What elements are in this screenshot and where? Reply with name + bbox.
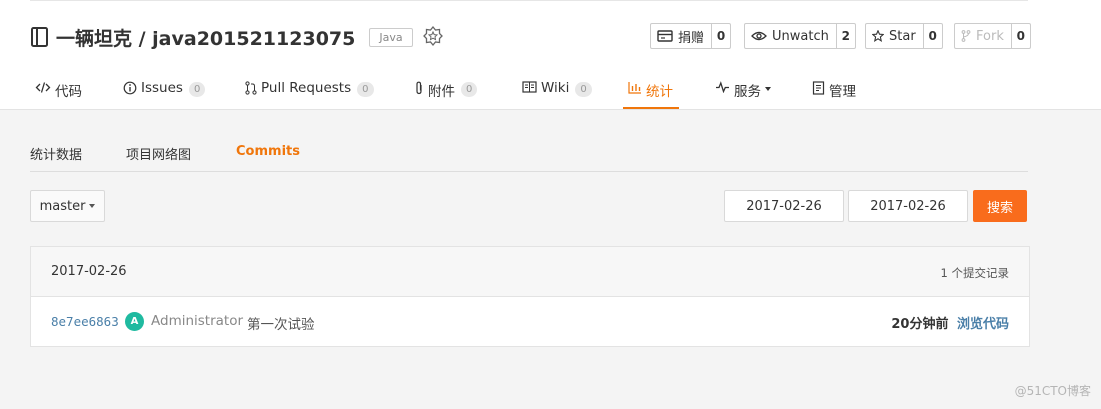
donate-count[interactable]: 0 bbox=[712, 24, 730, 48]
tab-label: Issues bbox=[141, 80, 183, 96]
commit-author[interactable]: Administrator bbox=[151, 313, 243, 329]
repo-book-icon bbox=[31, 27, 48, 47]
tab-label: 管理 bbox=[829, 84, 856, 100]
tab-pull-requests[interactable]: Pull Requests 0 bbox=[245, 70, 374, 110]
donate-label: 捐赠 bbox=[678, 30, 705, 46]
fork-count[interactable]: 0 bbox=[1012, 24, 1030, 48]
tab-statistics[interactable]: 统计 bbox=[623, 70, 679, 109]
tab-label: 附件 bbox=[428, 84, 455, 100]
commit-message[interactable]: 第一次试验 bbox=[247, 313, 315, 333]
repo-title-bar: 一辆坦克 / java201521123075 Java bbox=[30, 22, 443, 52]
info-circle-icon bbox=[123, 81, 137, 95]
eye-icon bbox=[751, 31, 767, 41]
commit-row: 8e7ee6863 A Administrator 第一次试验 20分钟前 浏览… bbox=[31, 297, 1029, 347]
pull-request-icon bbox=[245, 81, 257, 95]
commit-count: 1 个提交记录 bbox=[940, 266, 1009, 280]
chevron-down-icon bbox=[765, 87, 771, 91]
subtab-network-graph[interactable]: 项目网络图 bbox=[126, 144, 191, 163]
fork-icon bbox=[961, 30, 971, 42]
tab-label: 代码 bbox=[55, 84, 82, 100]
subtab-stats-data[interactable]: 统计数据 bbox=[30, 144, 82, 163]
unwatch-count[interactable]: 2 bbox=[837, 24, 855, 48]
browse-code-link[interactable]: 浏览代码 bbox=[957, 317, 1009, 332]
award-icon[interactable] bbox=[422, 26, 443, 48]
avatar[interactable]: A bbox=[125, 312, 144, 331]
code-icon bbox=[35, 82, 51, 93]
commit-time: 20分钟前 bbox=[891, 317, 949, 332]
pulse-icon bbox=[716, 81, 729, 93]
watermark: @51CTO博客 bbox=[1014, 384, 1091, 398]
clipboard-icon bbox=[812, 81, 825, 95]
tab-count: 0 bbox=[575, 82, 592, 97]
tab-wiki[interactable]: Wiki 0 bbox=[522, 70, 592, 110]
tab-count: 0 bbox=[188, 82, 206, 97]
star-button[interactable]: Star 0 bbox=[865, 23, 943, 49]
star-count[interactable]: 0 bbox=[924, 24, 942, 48]
tab-label: Wiki bbox=[541, 80, 570, 96]
bar-chart-icon bbox=[628, 82, 641, 94]
language-badge[interactable]: Java bbox=[369, 27, 413, 47]
subtab-commits[interactable]: Commits bbox=[236, 144, 300, 159]
tab-label: 统计 bbox=[646, 84, 673, 100]
repo-header: 一辆坦克 / java201521123075 Java 捐赠 0 Unwatc… bbox=[0, 0, 1101, 110]
branch-label: master bbox=[39, 198, 86, 214]
fork-button[interactable]: Fork 0 bbox=[954, 23, 1031, 49]
commit-group-date: 2017-02-26 bbox=[51, 264, 127, 279]
star-icon bbox=[872, 30, 884, 42]
tab-attachments[interactable]: 附件 0 bbox=[414, 70, 478, 110]
tab-admin[interactable]: 管理 bbox=[812, 70, 856, 110]
branch-dropdown[interactable]: master bbox=[30, 190, 105, 222]
divider bbox=[30, 0, 1028, 1]
fork-label: Fork bbox=[976, 28, 1004, 44]
repo-name[interactable]: 一辆坦克 / java201521123075 bbox=[56, 24, 355, 51]
commit-list: 2017-02-26 1 个提交记录 8e7ee6863 A Administr… bbox=[30, 246, 1030, 347]
tab-issues[interactable]: Issues 0 bbox=[123, 70, 206, 110]
paperclip-icon bbox=[416, 81, 422, 95]
unwatch-button[interactable]: Unwatch 2 bbox=[744, 23, 856, 49]
donate-icon bbox=[657, 30, 673, 42]
start-date-input[interactable] bbox=[724, 190, 844, 222]
tab-count: 0 bbox=[461, 82, 478, 97]
tab-count: 0 bbox=[357, 82, 374, 97]
unwatch-label: Unwatch bbox=[772, 28, 829, 44]
book-icon bbox=[522, 81, 537, 93]
tab-label: 服务 bbox=[734, 84, 761, 100]
donate-button[interactable]: 捐赠 0 bbox=[650, 23, 732, 49]
end-date-input[interactable] bbox=[848, 190, 968, 222]
tab-code[interactable]: 代码 bbox=[35, 70, 82, 110]
commit-group-header: 2017-02-26 1 个提交记录 bbox=[31, 247, 1029, 297]
tab-services[interactable]: 服务 bbox=[715, 70, 771, 110]
caret-down-icon bbox=[89, 204, 96, 208]
statistics-subtabs: 统计数据 项目网络图 Commits bbox=[30, 140, 1028, 172]
commit-meta: 20分钟前 浏览代码 bbox=[891, 313, 1009, 332]
commit-sha-link[interactable]: 8e7ee6863 bbox=[51, 314, 119, 329]
search-button[interactable]: 搜索 bbox=[973, 190, 1027, 222]
star-label: Star bbox=[889, 28, 916, 44]
tab-label: Pull Requests bbox=[261, 80, 352, 96]
